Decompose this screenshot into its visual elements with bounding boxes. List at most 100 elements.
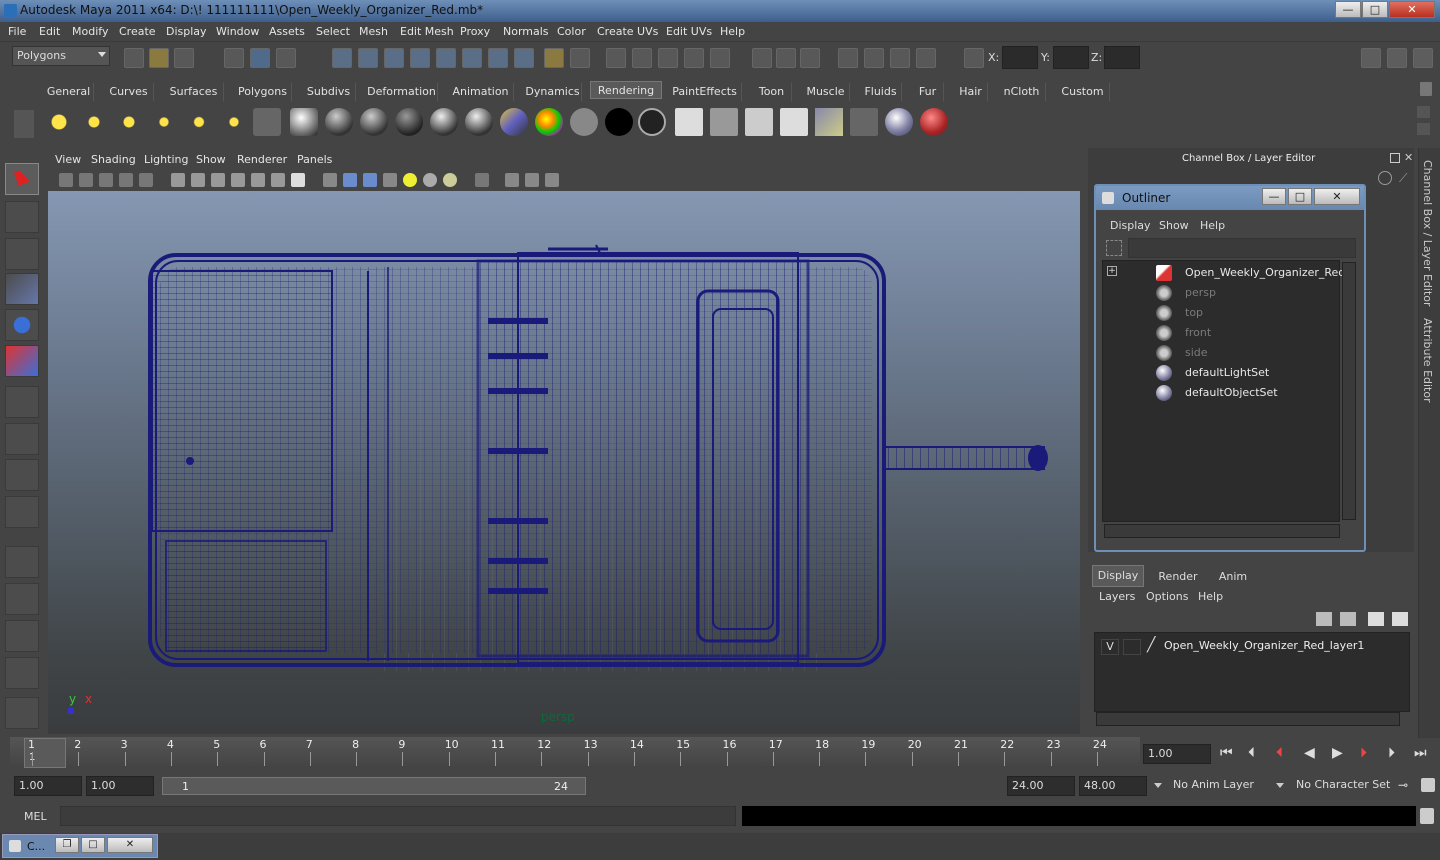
ball-white-icon[interactable]: [290, 108, 318, 136]
snap-grid-icon[interactable]: [332, 48, 352, 68]
ramp-ball-icon[interactable]: [500, 108, 528, 136]
outliner-item[interactable]: side: [1185, 346, 1208, 359]
lasso-tool-icon[interactable]: [5, 201, 39, 233]
area-light-icon[interactable]: [185, 108, 213, 136]
vp-menu-view[interactable]: View: [55, 153, 81, 166]
layer-visibility-toggle[interactable]: V: [1101, 639, 1119, 655]
close-minimized-button[interactable]: ✕: [107, 837, 153, 853]
render-settings-icon[interactable]: [684, 48, 704, 68]
x-field[interactable]: [1002, 46, 1038, 69]
menu-create-uvs[interactable]: Create UVs: [597, 25, 658, 38]
outliner-item[interactable]: front: [1185, 326, 1211, 339]
xray-icon[interactable]: [505, 173, 519, 187]
new-layer-selected-icon[interactable]: [1392, 612, 1408, 626]
snap-curve-icon[interactable]: [358, 48, 378, 68]
outliner-hscroll[interactable]: [1104, 524, 1340, 538]
selected-ball-icon[interactable]: [638, 108, 666, 136]
restore-button[interactable]: ❐: [55, 837, 79, 853]
outliner-item[interactable]: top: [1185, 306, 1203, 319]
menu-normals[interactable]: Normals: [503, 25, 549, 38]
menu-file[interactable]: File: [8, 25, 26, 38]
menu-edit[interactable]: Edit: [39, 25, 60, 38]
directional-light-icon[interactable]: [80, 108, 108, 136]
default-lighting-icon[interactable]: [403, 173, 417, 187]
render-settings-shelf-icon[interactable]: [780, 108, 808, 136]
outliner-menu-show[interactable]: Show: [1159, 219, 1189, 232]
perspective-viewport[interactable]: y x persp: [48, 191, 1080, 734]
grey-ball-icon[interactable]: [570, 108, 598, 136]
shader-ball-icon[interactable]: [885, 108, 913, 136]
new-scene-icon[interactable]: [124, 48, 144, 68]
transform-select-icon[interactable]: [800, 48, 820, 68]
rename-icon[interactable]: [776, 48, 796, 68]
go-to-end-icon[interactable]: ⏭: [1414, 745, 1427, 761]
layer-hscroll[interactable]: [1096, 712, 1400, 726]
material-ball-5-icon[interactable]: [465, 108, 493, 136]
open-scene-icon[interactable]: [149, 48, 169, 68]
numeric-input-icon[interactable]: [838, 48, 858, 68]
tab-fur[interactable]: Fur: [912, 83, 944, 101]
tab-dynamics[interactable]: Dynamics: [524, 83, 582, 101]
go-to-start-icon[interactable]: ⏮: [1220, 745, 1233, 761]
tab-animation[interactable]: Animation: [448, 83, 514, 101]
hypershade-layout-icon[interactable]: [5, 697, 39, 729]
safe-action-icon[interactable]: [271, 173, 285, 187]
outliner-minimize-button[interactable]: —: [1262, 188, 1286, 205]
layer-type-toggle[interactable]: [1123, 639, 1141, 655]
image-plane-icon[interactable]: [99, 173, 113, 187]
rotate-tool-icon[interactable]: [5, 309, 39, 341]
character-set-select[interactable]: No Character Set: [1292, 776, 1394, 796]
play-backward-icon[interactable]: ◀: [1304, 745, 1315, 761]
paint-select-tool-icon[interactable]: [5, 238, 39, 270]
four-pane-layout-icon[interactable]: [5, 583, 39, 615]
slate-icon[interactable]: [890, 48, 910, 68]
save-scene-icon[interactable]: [174, 48, 194, 68]
film-gate-vp-icon[interactable]: [191, 173, 205, 187]
expand-icon[interactable]: +: [1107, 266, 1117, 276]
dots-icon[interactable]: [916, 48, 936, 68]
paint-brush-icon[interactable]: [920, 108, 948, 136]
vp-menu-renderer[interactable]: Renderer: [237, 153, 287, 166]
volume-light-icon[interactable]: [220, 108, 248, 136]
render-batch-icon[interactable]: [745, 108, 773, 136]
vp-menu-shading[interactable]: Shading: [91, 153, 136, 166]
input-line-icon[interactable]: [752, 48, 772, 68]
help-icon[interactable]: [514, 48, 534, 68]
point-light-icon[interactable]: [115, 108, 143, 136]
absolute-transform-icon[interactable]: [964, 48, 984, 68]
outliner-close-button[interactable]: ✕: [1314, 188, 1360, 205]
channel-box-toggle-icon[interactable]: [1361, 48, 1381, 68]
outliner-persp-layout-icon[interactable]: [5, 620, 39, 652]
render-clear-icon[interactable]: [850, 108, 878, 136]
minimize-button[interactable]: —: [1335, 1, 1361, 18]
time-slider[interactable]: [10, 737, 1140, 767]
layer-name[interactable]: Open_Weekly_Organizer_Red_layer1: [1164, 639, 1364, 652]
bookmark-icon[interactable]: [79, 173, 93, 187]
graph-persp-layout-icon[interactable]: [5, 657, 39, 689]
mel-label[interactable]: MEL: [24, 810, 47, 823]
tab-rendering[interactable]: Rendering: [590, 81, 662, 99]
resolution-gate-icon[interactable]: [211, 173, 225, 187]
shelf-scroll-up-icon[interactable]: [1417, 106, 1430, 118]
move-layer-down-icon[interactable]: [1340, 612, 1356, 626]
empty-tool-slot[interactable]: [5, 496, 39, 528]
tab-deformation[interactable]: Deformation: [366, 83, 438, 101]
key-icon[interactable]: ⊸: [1398, 778, 1408, 792]
animation-prefs-icon[interactable]: [1421, 778, 1435, 792]
hypershade-shelf-icon[interactable]: [815, 108, 843, 136]
all-lights-icon[interactable]: [423, 173, 437, 187]
wireframe-on-shaded-icon[interactable]: [363, 173, 377, 187]
render-frame-icon[interactable]: [632, 48, 652, 68]
pin-icon[interactable]: ⟋: [1399, 171, 1413, 185]
move-tool-icon[interactable]: [5, 273, 39, 305]
tab-muscle[interactable]: Muscle: [802, 83, 850, 101]
mode-select[interactable]: Polygons: [12, 46, 110, 66]
xray-joints-icon[interactable]: [525, 173, 539, 187]
wireframe-icon[interactable]: [323, 173, 337, 187]
menu-mesh[interactable]: Mesh: [359, 25, 388, 38]
tab-surfaces[interactable]: Surfaces: [164, 83, 224, 101]
z-field[interactable]: [1104, 46, 1140, 69]
isolate-select-icon[interactable]: [475, 173, 489, 187]
shelf-scroll-down-icon[interactable]: [1417, 123, 1430, 135]
menu-edit-mesh[interactable]: Edit Mesh: [400, 25, 454, 38]
